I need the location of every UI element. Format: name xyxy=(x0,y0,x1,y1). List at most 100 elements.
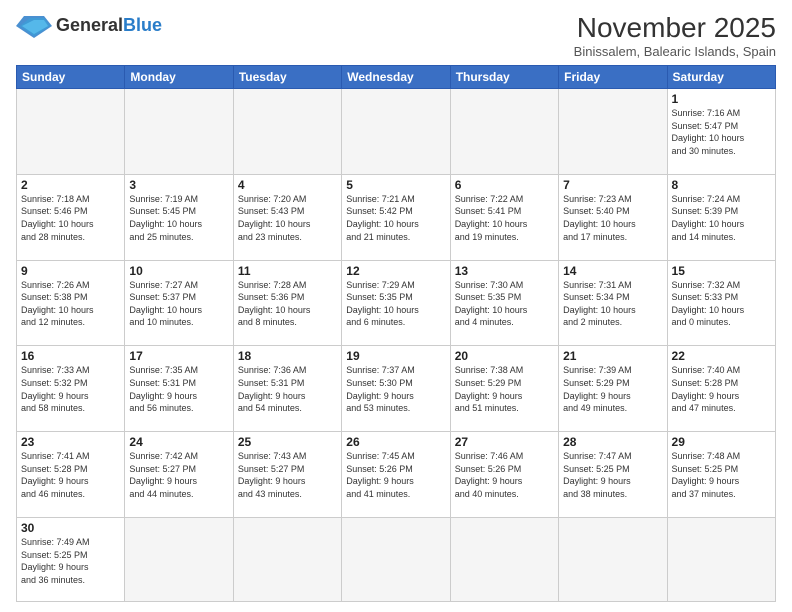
day-info: Sunrise: 7:47 AM Sunset: 5:25 PM Dayligh… xyxy=(563,450,662,500)
calendar-cell xyxy=(559,89,667,175)
day-number: 21 xyxy=(563,349,662,363)
weekday-header-monday: Monday xyxy=(125,66,233,89)
day-number: 14 xyxy=(563,264,662,278)
calendar-cell: 10Sunrise: 7:27 AM Sunset: 5:37 PM Dayli… xyxy=(125,260,233,346)
calendar-cell: 9Sunrise: 7:26 AM Sunset: 5:38 PM Daylig… xyxy=(17,260,125,346)
day-number: 17 xyxy=(129,349,228,363)
calendar-cell: 12Sunrise: 7:29 AM Sunset: 5:35 PM Dayli… xyxy=(342,260,450,346)
weekday-header-friday: Friday xyxy=(559,66,667,89)
calendar-cell: 30Sunrise: 7:49 AM Sunset: 5:25 PM Dayli… xyxy=(17,518,125,602)
weekday-header-sunday: Sunday xyxy=(17,66,125,89)
day-number: 25 xyxy=(238,435,337,449)
calendar-cell: 14Sunrise: 7:31 AM Sunset: 5:34 PM Dayli… xyxy=(559,260,667,346)
calendar-cell: 29Sunrise: 7:48 AM Sunset: 5:25 PM Dayli… xyxy=(667,432,775,518)
day-info: Sunrise: 7:24 AM Sunset: 5:39 PM Dayligh… xyxy=(672,193,771,243)
logo: GeneralBlue xyxy=(16,12,162,40)
day-info: Sunrise: 7:33 AM Sunset: 5:32 PM Dayligh… xyxy=(21,364,120,414)
logo-blue: Blue xyxy=(123,15,162,35)
day-info: Sunrise: 7:42 AM Sunset: 5:27 PM Dayligh… xyxy=(129,450,228,500)
day-number: 24 xyxy=(129,435,228,449)
day-info: Sunrise: 7:37 AM Sunset: 5:30 PM Dayligh… xyxy=(346,364,445,414)
calendar-cell: 27Sunrise: 7:46 AM Sunset: 5:26 PM Dayli… xyxy=(450,432,558,518)
location: Binissalem, Balearic Islands, Spain xyxy=(574,44,776,59)
week-row-0: 1Sunrise: 7:16 AM Sunset: 5:47 PM Daylig… xyxy=(17,89,776,175)
day-number: 6 xyxy=(455,178,554,192)
day-number: 26 xyxy=(346,435,445,449)
calendar-cell xyxy=(342,89,450,175)
weekday-header-tuesday: Tuesday xyxy=(233,66,341,89)
calendar-cell: 24Sunrise: 7:42 AM Sunset: 5:27 PM Dayli… xyxy=(125,432,233,518)
day-info: Sunrise: 7:23 AM Sunset: 5:40 PM Dayligh… xyxy=(563,193,662,243)
month-year: November 2025 xyxy=(574,12,776,44)
calendar-cell xyxy=(125,89,233,175)
calendar-cell: 3Sunrise: 7:19 AM Sunset: 5:45 PM Daylig… xyxy=(125,174,233,260)
day-number: 3 xyxy=(129,178,228,192)
calendar-cell: 17Sunrise: 7:35 AM Sunset: 5:31 PM Dayli… xyxy=(125,346,233,432)
logo-general: General xyxy=(56,15,123,35)
calendar-cell: 22Sunrise: 7:40 AM Sunset: 5:28 PM Dayli… xyxy=(667,346,775,432)
header: GeneralBlue November 2025 Binissalem, Ba… xyxy=(16,12,776,59)
day-number: 18 xyxy=(238,349,337,363)
calendar-cell xyxy=(125,518,233,602)
day-number: 22 xyxy=(672,349,771,363)
calendar-cell: 18Sunrise: 7:36 AM Sunset: 5:31 PM Dayli… xyxy=(233,346,341,432)
calendar-cell: 16Sunrise: 7:33 AM Sunset: 5:32 PM Dayli… xyxy=(17,346,125,432)
calendar-cell: 2Sunrise: 7:18 AM Sunset: 5:46 PM Daylig… xyxy=(17,174,125,260)
day-info: Sunrise: 7:45 AM Sunset: 5:26 PM Dayligh… xyxy=(346,450,445,500)
day-info: Sunrise: 7:20 AM Sunset: 5:43 PM Dayligh… xyxy=(238,193,337,243)
day-info: Sunrise: 7:16 AM Sunset: 5:47 PM Dayligh… xyxy=(672,107,771,157)
calendar-cell xyxy=(559,518,667,602)
day-info: Sunrise: 7:48 AM Sunset: 5:25 PM Dayligh… xyxy=(672,450,771,500)
day-info: Sunrise: 7:22 AM Sunset: 5:41 PM Dayligh… xyxy=(455,193,554,243)
week-row-4: 23Sunrise: 7:41 AM Sunset: 5:28 PM Dayli… xyxy=(17,432,776,518)
day-info: Sunrise: 7:26 AM Sunset: 5:38 PM Dayligh… xyxy=(21,279,120,329)
day-info: Sunrise: 7:36 AM Sunset: 5:31 PM Dayligh… xyxy=(238,364,337,414)
calendar-cell xyxy=(450,89,558,175)
day-info: Sunrise: 7:28 AM Sunset: 5:36 PM Dayligh… xyxy=(238,279,337,329)
day-number: 2 xyxy=(21,178,120,192)
calendar-cell xyxy=(450,518,558,602)
weekday-header-thursday: Thursday xyxy=(450,66,558,89)
weekday-header-row: SundayMondayTuesdayWednesdayThursdayFrid… xyxy=(17,66,776,89)
day-number: 5 xyxy=(346,178,445,192)
day-number: 11 xyxy=(238,264,337,278)
week-row-2: 9Sunrise: 7:26 AM Sunset: 5:38 PM Daylig… xyxy=(17,260,776,346)
calendar-cell: 13Sunrise: 7:30 AM Sunset: 5:35 PM Dayli… xyxy=(450,260,558,346)
calendar-cell xyxy=(667,518,775,602)
calendar-cell: 19Sunrise: 7:37 AM Sunset: 5:30 PM Dayli… xyxy=(342,346,450,432)
day-info: Sunrise: 7:21 AM Sunset: 5:42 PM Dayligh… xyxy=(346,193,445,243)
calendar-cell: 4Sunrise: 7:20 AM Sunset: 5:43 PM Daylig… xyxy=(233,174,341,260)
day-info: Sunrise: 7:18 AM Sunset: 5:46 PM Dayligh… xyxy=(21,193,120,243)
calendar-cell: 28Sunrise: 7:47 AM Sunset: 5:25 PM Dayli… xyxy=(559,432,667,518)
day-number: 27 xyxy=(455,435,554,449)
day-info: Sunrise: 7:29 AM Sunset: 5:35 PM Dayligh… xyxy=(346,279,445,329)
calendar-cell xyxy=(342,518,450,602)
day-info: Sunrise: 7:39 AM Sunset: 5:29 PM Dayligh… xyxy=(563,364,662,414)
day-info: Sunrise: 7:35 AM Sunset: 5:31 PM Dayligh… xyxy=(129,364,228,414)
day-info: Sunrise: 7:49 AM Sunset: 5:25 PM Dayligh… xyxy=(21,536,120,586)
day-info: Sunrise: 7:31 AM Sunset: 5:34 PM Dayligh… xyxy=(563,279,662,329)
day-info: Sunrise: 7:30 AM Sunset: 5:35 PM Dayligh… xyxy=(455,279,554,329)
calendar-cell: 7Sunrise: 7:23 AM Sunset: 5:40 PM Daylig… xyxy=(559,174,667,260)
day-number: 9 xyxy=(21,264,120,278)
day-number: 10 xyxy=(129,264,228,278)
weekday-header-wednesday: Wednesday xyxy=(342,66,450,89)
logo-icon xyxy=(16,12,52,40)
day-number: 29 xyxy=(672,435,771,449)
calendar-cell: 15Sunrise: 7:32 AM Sunset: 5:33 PM Dayli… xyxy=(667,260,775,346)
week-row-3: 16Sunrise: 7:33 AM Sunset: 5:32 PM Dayli… xyxy=(17,346,776,432)
day-info: Sunrise: 7:46 AM Sunset: 5:26 PM Dayligh… xyxy=(455,450,554,500)
day-info: Sunrise: 7:19 AM Sunset: 5:45 PM Dayligh… xyxy=(129,193,228,243)
day-number: 30 xyxy=(21,521,120,535)
day-number: 15 xyxy=(672,264,771,278)
logo-text: GeneralBlue xyxy=(56,16,162,36)
calendar-cell: 8Sunrise: 7:24 AM Sunset: 5:39 PM Daylig… xyxy=(667,174,775,260)
page: GeneralBlue November 2025 Binissalem, Ba… xyxy=(0,0,792,612)
calendar-cell xyxy=(17,89,125,175)
calendar-cell: 6Sunrise: 7:22 AM Sunset: 5:41 PM Daylig… xyxy=(450,174,558,260)
day-info: Sunrise: 7:40 AM Sunset: 5:28 PM Dayligh… xyxy=(672,364,771,414)
title-block: November 2025 Binissalem, Balearic Islan… xyxy=(574,12,776,59)
day-number: 13 xyxy=(455,264,554,278)
day-info: Sunrise: 7:27 AM Sunset: 5:37 PM Dayligh… xyxy=(129,279,228,329)
calendar-cell: 21Sunrise: 7:39 AM Sunset: 5:29 PM Dayli… xyxy=(559,346,667,432)
